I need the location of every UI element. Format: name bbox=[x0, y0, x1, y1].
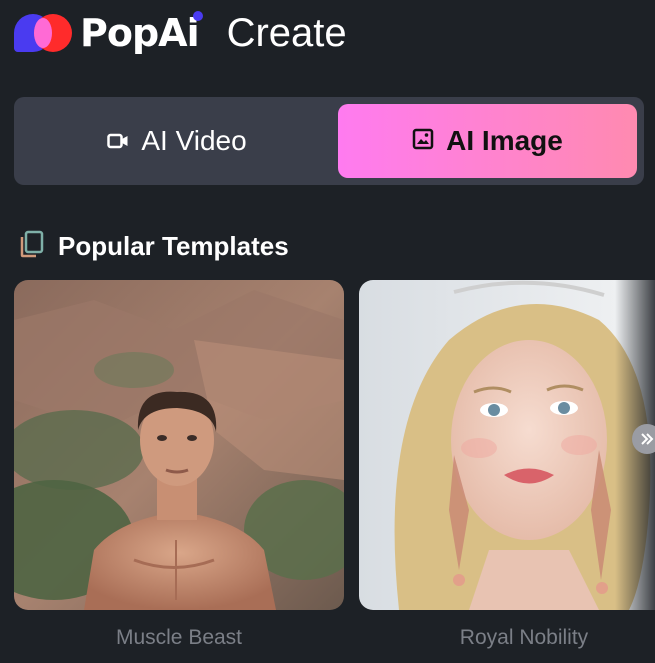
popai-logo-icon[interactable] bbox=[14, 10, 74, 56]
template-image bbox=[14, 280, 344, 610]
template-card[interactable]: Muscle Beast bbox=[14, 280, 344, 650]
double-chevron-right-icon bbox=[640, 430, 654, 449]
carousel-next-button[interactable] bbox=[632, 424, 655, 454]
app-root: PopAi Create AI Video AI Image Popular T… bbox=[0, 0, 655, 663]
mode-switch: AI Video AI Image bbox=[14, 97, 644, 185]
section-title: Popular Templates bbox=[58, 230, 289, 261]
brand-name: PopAi bbox=[80, 11, 203, 55]
brand-dot bbox=[192, 11, 203, 21]
template-caption: Royal Nobility bbox=[459, 626, 589, 649]
template-card[interactable]: Royal Nobility bbox=[359, 280, 655, 650]
tab-ai-video[interactable]: AI Video bbox=[18, 104, 336, 178]
image-icon bbox=[412, 125, 434, 157]
video-camera-icon bbox=[107, 125, 129, 157]
tab-ai-video-label: AI Video bbox=[141, 125, 247, 156]
template-image bbox=[359, 280, 655, 610]
copy-stack-icon bbox=[18, 230, 44, 262]
header: PopAi Create bbox=[14, 10, 347, 56]
tab-ai-image-label: AI Image bbox=[446, 125, 563, 156]
tab-ai-image[interactable]: AI Image bbox=[338, 104, 637, 178]
page-title: Create bbox=[226, 10, 347, 55]
section-header: Popular Templates bbox=[18, 228, 289, 264]
template-caption: Muscle Beast bbox=[115, 626, 243, 649]
template-carousel: Muscle Beast Royal Nobility bbox=[14, 280, 655, 663]
